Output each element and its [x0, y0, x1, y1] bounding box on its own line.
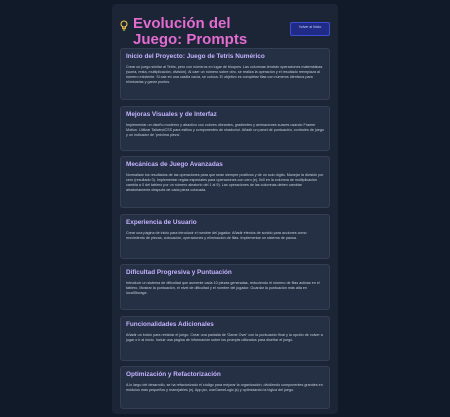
prompt-card-text: Crear una página de inicio para introduc…: [126, 230, 307, 240]
prompt-card: Inicio del Proyecto: Juego de Tetris Num…: [120, 48, 330, 100]
prompt-card: Mejoras Visuales y de Interfaz Implement…: [120, 105, 330, 151]
prompt-card-title: Optimización y Refactorización: [126, 371, 221, 378]
prompt-card: Experiencia de Usuario Crear una página …: [120, 213, 330, 259]
prompt-card: Dificultad Progresiva y Puntuación Intro…: [120, 264, 330, 310]
prompt-card-title: Funcionalidades Adicionales: [126, 320, 214, 328]
back-to-home-button[interactable]: Volver al Inicio: [290, 22, 330, 36]
prompt-card-text: Implementar un diseño moderno y atractiv…: [126, 122, 324, 137]
prompt-card-list: Inicio del Proyecto: Juego de Tetris Num…: [120, 48, 330, 409]
prompt-card-title: Mejoras Visuales y de Interfaz: [126, 110, 217, 118]
prompt-card: Mecánicas de Juego Avanzadas Normalizar …: [120, 156, 330, 208]
prompt-card-title: Mecánicas de Juego Avanzadas: [126, 161, 223, 168]
prompt-card-title: Experiencia de Usuario: [126, 218, 197, 226]
lightbulb-icon: [120, 20, 128, 31]
prompt-card: Optimización y Refactorización A lo larg…: [120, 366, 330, 409]
prompt-card-text: Crear un juego similar al Tetris, pero c…: [126, 65, 323, 84]
prompt-card-text: Añadir un botón para reiniciar el juego.…: [126, 332, 323, 342]
prompt-card-text: Introducir un sistema de dificultad que …: [126, 281, 320, 295]
prompt-card-text: A lo largo del desarrollo, se ha refacto…: [126, 383, 323, 392]
prompt-card-title: Inicio del Proyecto: Juego de Tetris Num…: [126, 53, 265, 60]
prompt-card: Funcionalidades Adicionales Añadir un bo…: [120, 315, 330, 361]
prompt-card-text: Normalizar los resultados de las operaci…: [126, 173, 324, 192]
prompts-panel: Evolución del Juego: Prompts Clave Volve…: [112, 4, 338, 414]
header: Evolución del Juego: Prompts Clave Volve…: [120, 10, 330, 64]
prompt-card-title: Dificultad Progresiva y Puntuación: [126, 269, 232, 276]
